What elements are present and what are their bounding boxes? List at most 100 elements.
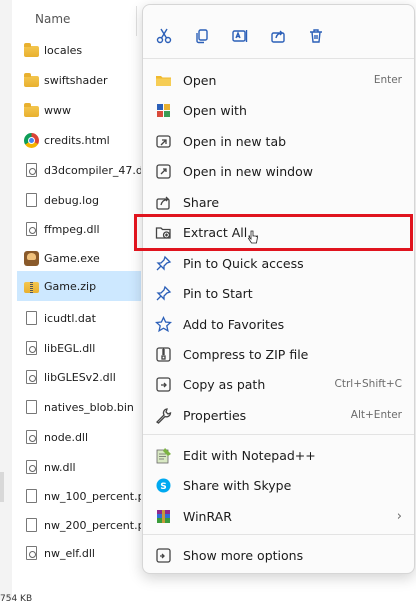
file-icon — [26, 518, 37, 532]
menu-item-copy-as-path[interactable]: Copy as path Ctrl+Shift+C — [143, 369, 414, 399]
cut-icon[interactable] — [153, 25, 175, 47]
file-name: icudtl.dat — [44, 311, 96, 325]
rename-icon[interactable] — [229, 25, 251, 47]
file-name: debug.log — [44, 193, 99, 207]
context-menu: Open Enter Open with Open in new tab Ope… — [142, 4, 415, 574]
menu-item-winrar[interactable]: WinRAR › — [143, 501, 414, 531]
file-row[interactable]: libGLESv2.dll — [17, 362, 141, 392]
file-row[interactable]: node.dll — [17, 422, 141, 452]
quick-action-bar — [143, 5, 414, 57]
menu-item-share-skype[interactable]: S Share with Skype — [143, 470, 414, 500]
file-row[interactable]: locales — [17, 35, 141, 65]
dll-file-icon — [26, 430, 37, 444]
file-name: nw_elf.dll — [44, 546, 95, 560]
file-row[interactable]: nw_100_percent.pak — [17, 481, 141, 511]
menu-label: Open with — [183, 102, 247, 118]
file-name: nw_200_percent.pak — [44, 518, 141, 532]
dll-file-icon — [26, 370, 37, 384]
game-icon — [24, 250, 39, 266]
pin-icon — [155, 255, 172, 272]
menu-item-open[interactable]: Open Enter — [143, 65, 414, 95]
name-column-header[interactable]: Name — [35, 12, 70, 26]
menu-label: Copy as path — [183, 376, 266, 392]
copy-icon[interactable] — [191, 25, 213, 47]
menu-label: Properties — [183, 407, 247, 423]
chrome-icon — [24, 132, 39, 148]
file-icon — [26, 400, 37, 414]
menu-item-show-more-options[interactable]: Show more options — [143, 540, 414, 570]
menu-item-compress-zip[interactable]: Compress to ZIP file — [143, 339, 414, 369]
file-name: credits.html — [44, 133, 110, 147]
new-window-icon — [155, 163, 172, 180]
dll-file-icon — [26, 222, 37, 236]
file-row[interactable]: icudtl.dat — [17, 303, 141, 333]
file-row[interactable]: www — [17, 95, 141, 125]
menu-item-add-favorites[interactable]: Add to Favorites — [143, 309, 414, 339]
file-row-selected[interactable]: Game.zip — [17, 271, 141, 301]
extract-all-highlight — [134, 214, 413, 251]
file-row[interactable]: ffmpeg.dll — [17, 214, 141, 244]
menu-item-edit-notepad[interactable]: Edit with Notepad++ — [143, 440, 414, 470]
compress-icon — [155, 346, 172, 363]
file-row[interactable]: debug.log — [17, 185, 141, 215]
menu-item-properties[interactable]: Properties Alt+Enter — [143, 400, 414, 430]
file-name: swiftshader — [44, 73, 108, 87]
file-row[interactable]: natives_blob.bin — [17, 392, 141, 422]
menu-shortcut: Alt+Enter — [350, 409, 402, 421]
file-row[interactable]: Game.exe — [17, 243, 141, 273]
file-name: libGLESv2.dll — [44, 370, 116, 384]
more-options-icon — [155, 547, 172, 564]
file-row[interactable]: swiftshader — [17, 65, 141, 95]
menu-label: WinRAR — [183, 508, 232, 524]
menu-item-pin-quick-access[interactable]: Pin to Quick access — [143, 248, 414, 278]
menu-label: Open — [183, 72, 217, 88]
dll-file-icon — [26, 341, 37, 355]
dll-file-icon — [26, 546, 37, 560]
file-row[interactable]: d3dcompiler_47.dll — [17, 155, 141, 185]
menu-label: Pin to Start — [183, 285, 253, 301]
copy-path-icon — [155, 376, 172, 393]
navigation-pane-edge — [0, 0, 12, 600]
menu-label: Show more options — [183, 547, 304, 563]
file-row[interactable]: libEGL.dll — [17, 333, 141, 363]
pin-start-icon — [155, 285, 172, 302]
status-bar-size: 754 KB — [0, 594, 33, 604]
menu-item-share[interactable]: Share — [143, 187, 414, 217]
separator — [143, 58, 414, 59]
file-row[interactable]: nw.dll — [17, 452, 141, 482]
file-name: node.dll — [44, 430, 89, 444]
share-icon[interactable] — [267, 25, 289, 47]
share-icon — [155, 194, 172, 211]
file-name: Game.zip — [44, 279, 97, 293]
menu-label: Add to Favorites — [183, 316, 285, 332]
folder-icon — [24, 43, 39, 57]
menu-shortcut: Enter — [373, 74, 402, 86]
file-name: www — [44, 103, 71, 117]
menu-label: Open in new window — [183, 163, 313, 179]
menu-item-pin-start[interactable]: Pin to Start — [143, 278, 414, 308]
menu-item-open-with[interactable]: Open with — [143, 95, 414, 125]
file-name: Game.exe — [44, 251, 100, 265]
open-with-icon — [155, 102, 172, 119]
notepad-icon — [155, 447, 172, 464]
menu-item-open-new-tab[interactable]: Open in new tab — [143, 126, 414, 156]
file-name: ffmpeg.dll — [44, 222, 100, 236]
file-name: natives_blob.bin — [44, 400, 134, 414]
winrar-icon — [155, 508, 172, 525]
zip-folder-icon — [24, 282, 39, 293]
delete-icon[interactable] — [305, 25, 327, 47]
file-row[interactable]: nw_elf.dll — [17, 538, 141, 568]
file-row[interactable]: credits.html — [17, 125, 141, 155]
menu-label: Share — [183, 194, 220, 210]
menu-item-open-new-window[interactable]: Open in new window — [143, 156, 414, 186]
folder-icon — [24, 103, 39, 117]
star-icon — [154, 315, 173, 333]
file-name: nw_100_percent.pak — [44, 489, 141, 503]
column-divider[interactable] — [136, 6, 137, 36]
hand-cursor-icon — [248, 230, 258, 244]
nav-selection — [0, 472, 4, 502]
folder-icon — [155, 72, 172, 89]
file-row[interactable]: nw_200_percent.pak — [17, 510, 141, 540]
properties-icon — [155, 407, 172, 424]
menu-label: Open in new tab — [183, 133, 287, 149]
